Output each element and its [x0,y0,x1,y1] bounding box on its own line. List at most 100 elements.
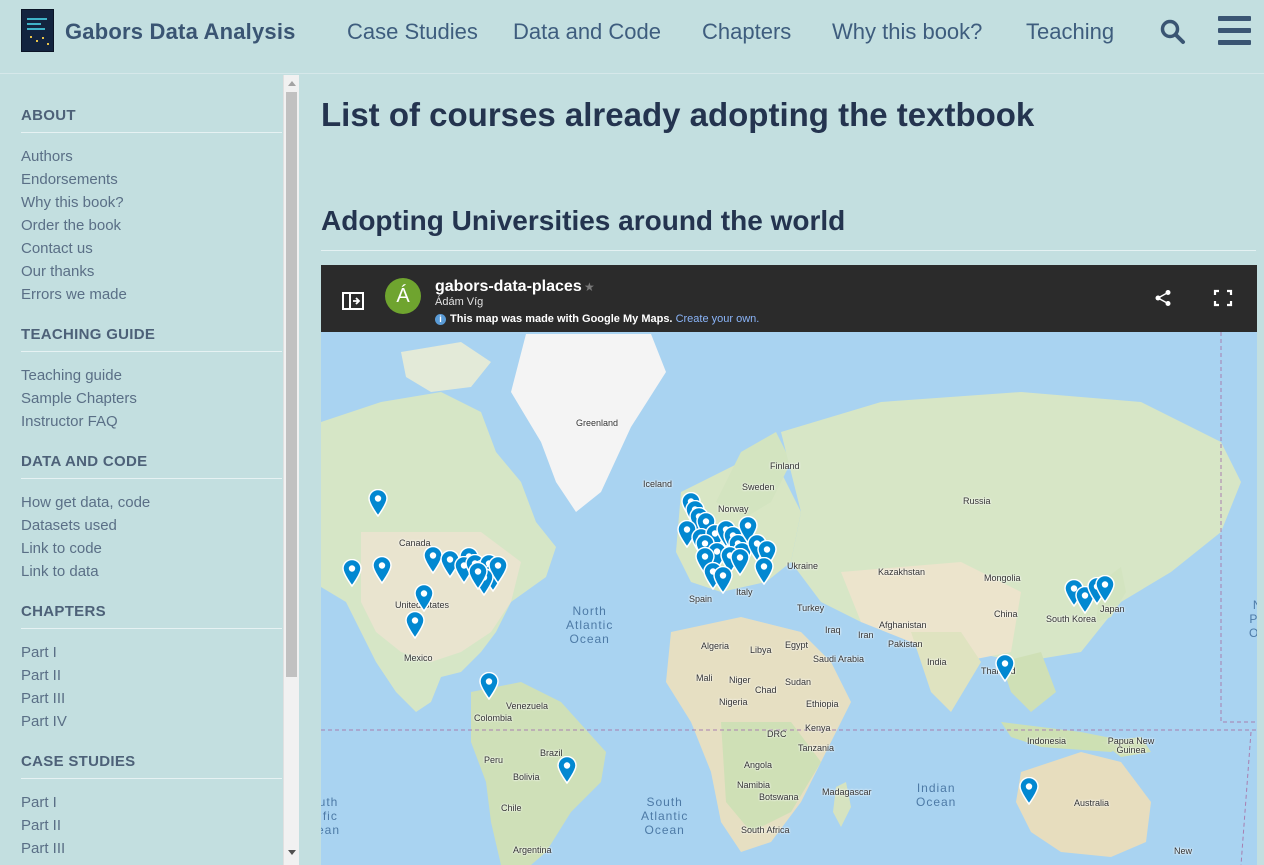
map-pin-marker-icon[interactable] [368,489,388,517]
map-label-venezuela: Venezuela [506,701,549,711]
map-pin-marker-icon[interactable] [372,556,392,584]
scrollbar-thumb[interactable] [286,92,297,677]
search-icon[interactable] [1160,19,1186,45]
sidebar-item-our-thanks[interactable]: Our thanks [21,263,94,280]
map-label-afghanistan: Afghanistan [879,620,927,630]
nav-case-studies[interactable]: Case Studies [347,19,478,45]
map-label-mexico: Mexico [404,653,433,663]
sidebar-item-endorsements[interactable]: Endorsements [21,171,118,188]
scroll-up-arrow-icon[interactable] [288,81,296,86]
sidebar-section-data-and-code: DATA AND CODE [21,453,282,479]
map-label-russia: Russia [963,496,991,506]
sidebar-item-chapters-part-4[interactable]: Part IV [21,713,67,730]
map-header-bar: Á gabors-data-places ★ Ádám Víg i This m… [321,265,1257,332]
sidebar-item-link-to-code[interactable]: Link to code [21,540,102,557]
sidebar-item-errors-we-made[interactable]: Errors we made [21,286,127,303]
sidebar-item-datasets-used[interactable]: Datasets used [21,517,117,534]
google-my-maps-embed[interactable]: Á gabors-data-places ★ Ádám Víg i This m… [321,265,1257,865]
hamburger-menu-icon[interactable] [1218,16,1251,45]
book-cover-logo[interactable] [21,9,54,52]
map-label-iran: Iran [858,630,874,640]
map-label-iceland: Iceland [643,479,673,489]
sidebar-scrollbar[interactable] [283,75,299,865]
map-label-finland: Finland [770,461,800,471]
map-pin-marker-icon[interactable] [713,566,733,594]
sidebar-item-order-the-book[interactable]: Order the book [21,217,121,234]
ocean-label-north-atlantic: North Atlantic Ocean [566,604,614,646]
map-pin-marker-icon[interactable] [468,562,488,590]
map-label-madagascar: Madagascar [822,787,872,797]
map-label-greenland: Greenland [576,418,619,428]
nav-teaching[interactable]: Teaching [1026,19,1114,45]
sidebar-item-case-studies-part-2[interactable]: Part II [21,817,61,834]
sidebar-item-chapters-part-3[interactable]: Part III [21,690,65,707]
top-navbar: Gabors Data Analysis Case Studies Data a… [0,0,1264,74]
map-label-tanzania: Tanzania [798,743,835,753]
star-icon[interactable]: ★ [584,280,595,294]
map-label-colombia: Colombia [474,713,513,723]
sidebar-item-chapters-part-1[interactable]: Part I [21,644,57,661]
share-icon[interactable] [1153,289,1173,307]
sidebar-item-authors[interactable]: Authors [21,148,73,165]
nav-data-and-code[interactable]: Data and Code [513,19,661,45]
sidebar-item-contact-us[interactable]: Contact us [21,240,93,257]
nav-why-this-book[interactable]: Why this book? [832,19,982,45]
map-label-angola: Angola [744,760,773,770]
map-owner-name: Ádám Víg [435,296,484,308]
map-label-algeria: Algeria [701,641,730,651]
map-label-kazakhstan: Kazakhstan [878,567,926,577]
map-label-indonesia: Indonesia [1027,736,1067,746]
map-pin-marker-icon[interactable] [754,557,774,585]
map-label-nigeria: Nigeria [719,697,748,707]
map-label-pakistan: Pakistan [888,639,923,649]
map-pin-marker-icon[interactable] [995,654,1015,682]
sidebar-item-why-this-book[interactable]: Why this book? [21,194,124,211]
map-pin-marker-icon[interactable] [479,672,499,700]
map-label-chile: Chile [501,803,522,813]
map-label-namibia: Namibia [737,780,771,790]
map-made-with-note: This map was made with Google My Maps. C… [450,313,759,325]
world-map[interactable]: Greenland Iceland Finland Sweden Norway … [321,332,1257,865]
map-label-turkey: Turkey [797,603,825,613]
ocean-label-north-pacific: N Pa Oc [1249,598,1257,640]
map-label-botswana: Botswana [759,792,799,802]
map-pin-marker-icon[interactable] [414,584,434,612]
sidebar-item-instructor-faq[interactable]: Instructor FAQ [21,413,118,430]
page-title: List of courses already adopting the tex… [321,96,1035,133]
map-pin-marker-icon[interactable] [557,756,577,784]
map-pin-marker-icon[interactable] [1095,575,1115,603]
ocean-label-south-atlantic: South Atlantic Ocean [641,795,689,837]
sidebar-section-about: ABOUT [21,107,282,133]
map-owner-avatar: Á [385,278,421,314]
map-label-australia: Australia [1074,798,1110,808]
sidebar-item-how-get-data-code[interactable]: How get data, code [21,494,150,511]
map-label-mali: Mali [696,673,713,683]
ocean-label-indian: Indian Ocean [916,781,957,809]
sidebar-item-sample-chapters[interactable]: Sample Chapters [21,390,137,407]
map-label-south-korea: South Korea [1046,614,1097,624]
sidebar-item-teaching-guide[interactable]: Teaching guide [21,367,122,384]
map-pin-marker-icon[interactable] [342,559,362,587]
site-brand[interactable]: Gabors Data Analysis [65,19,296,45]
map-label-niger: Niger [729,675,751,685]
map-pin-marker-icon[interactable] [1019,777,1039,805]
map-label-south-africa: South Africa [741,825,790,835]
map-pin-marker-icon[interactable] [405,611,425,639]
sidebar-item-link-to-data[interactable]: Link to data [21,563,99,580]
sidebar-item-case-studies-part-3[interactable]: Part III [21,840,65,857]
map-label-iraq: Iraq [825,625,841,635]
open-side-panel-icon[interactable] [342,292,364,310]
map-label-peru: Peru [484,755,504,765]
nav-chapters[interactable]: Chapters [702,19,791,45]
fullscreen-icon[interactable] [1213,289,1233,307]
map-label-spain: Spain [689,594,713,604]
map-label-japan: Japan [1100,604,1125,614]
create-your-own-link[interactable]: Create your own. [676,313,760,325]
map-label-ukraine: Ukraine [787,561,819,571]
info-icon: i [435,314,446,325]
map-label-argentina: Argentina [513,845,552,855]
sidebar-item-chapters-part-2[interactable]: Part II [21,667,61,684]
scroll-down-arrow-icon[interactable] [288,850,296,855]
section-title: Adopting Universities around the world [321,205,846,236]
sidebar-item-case-studies-part-1[interactable]: Part I [21,794,57,811]
